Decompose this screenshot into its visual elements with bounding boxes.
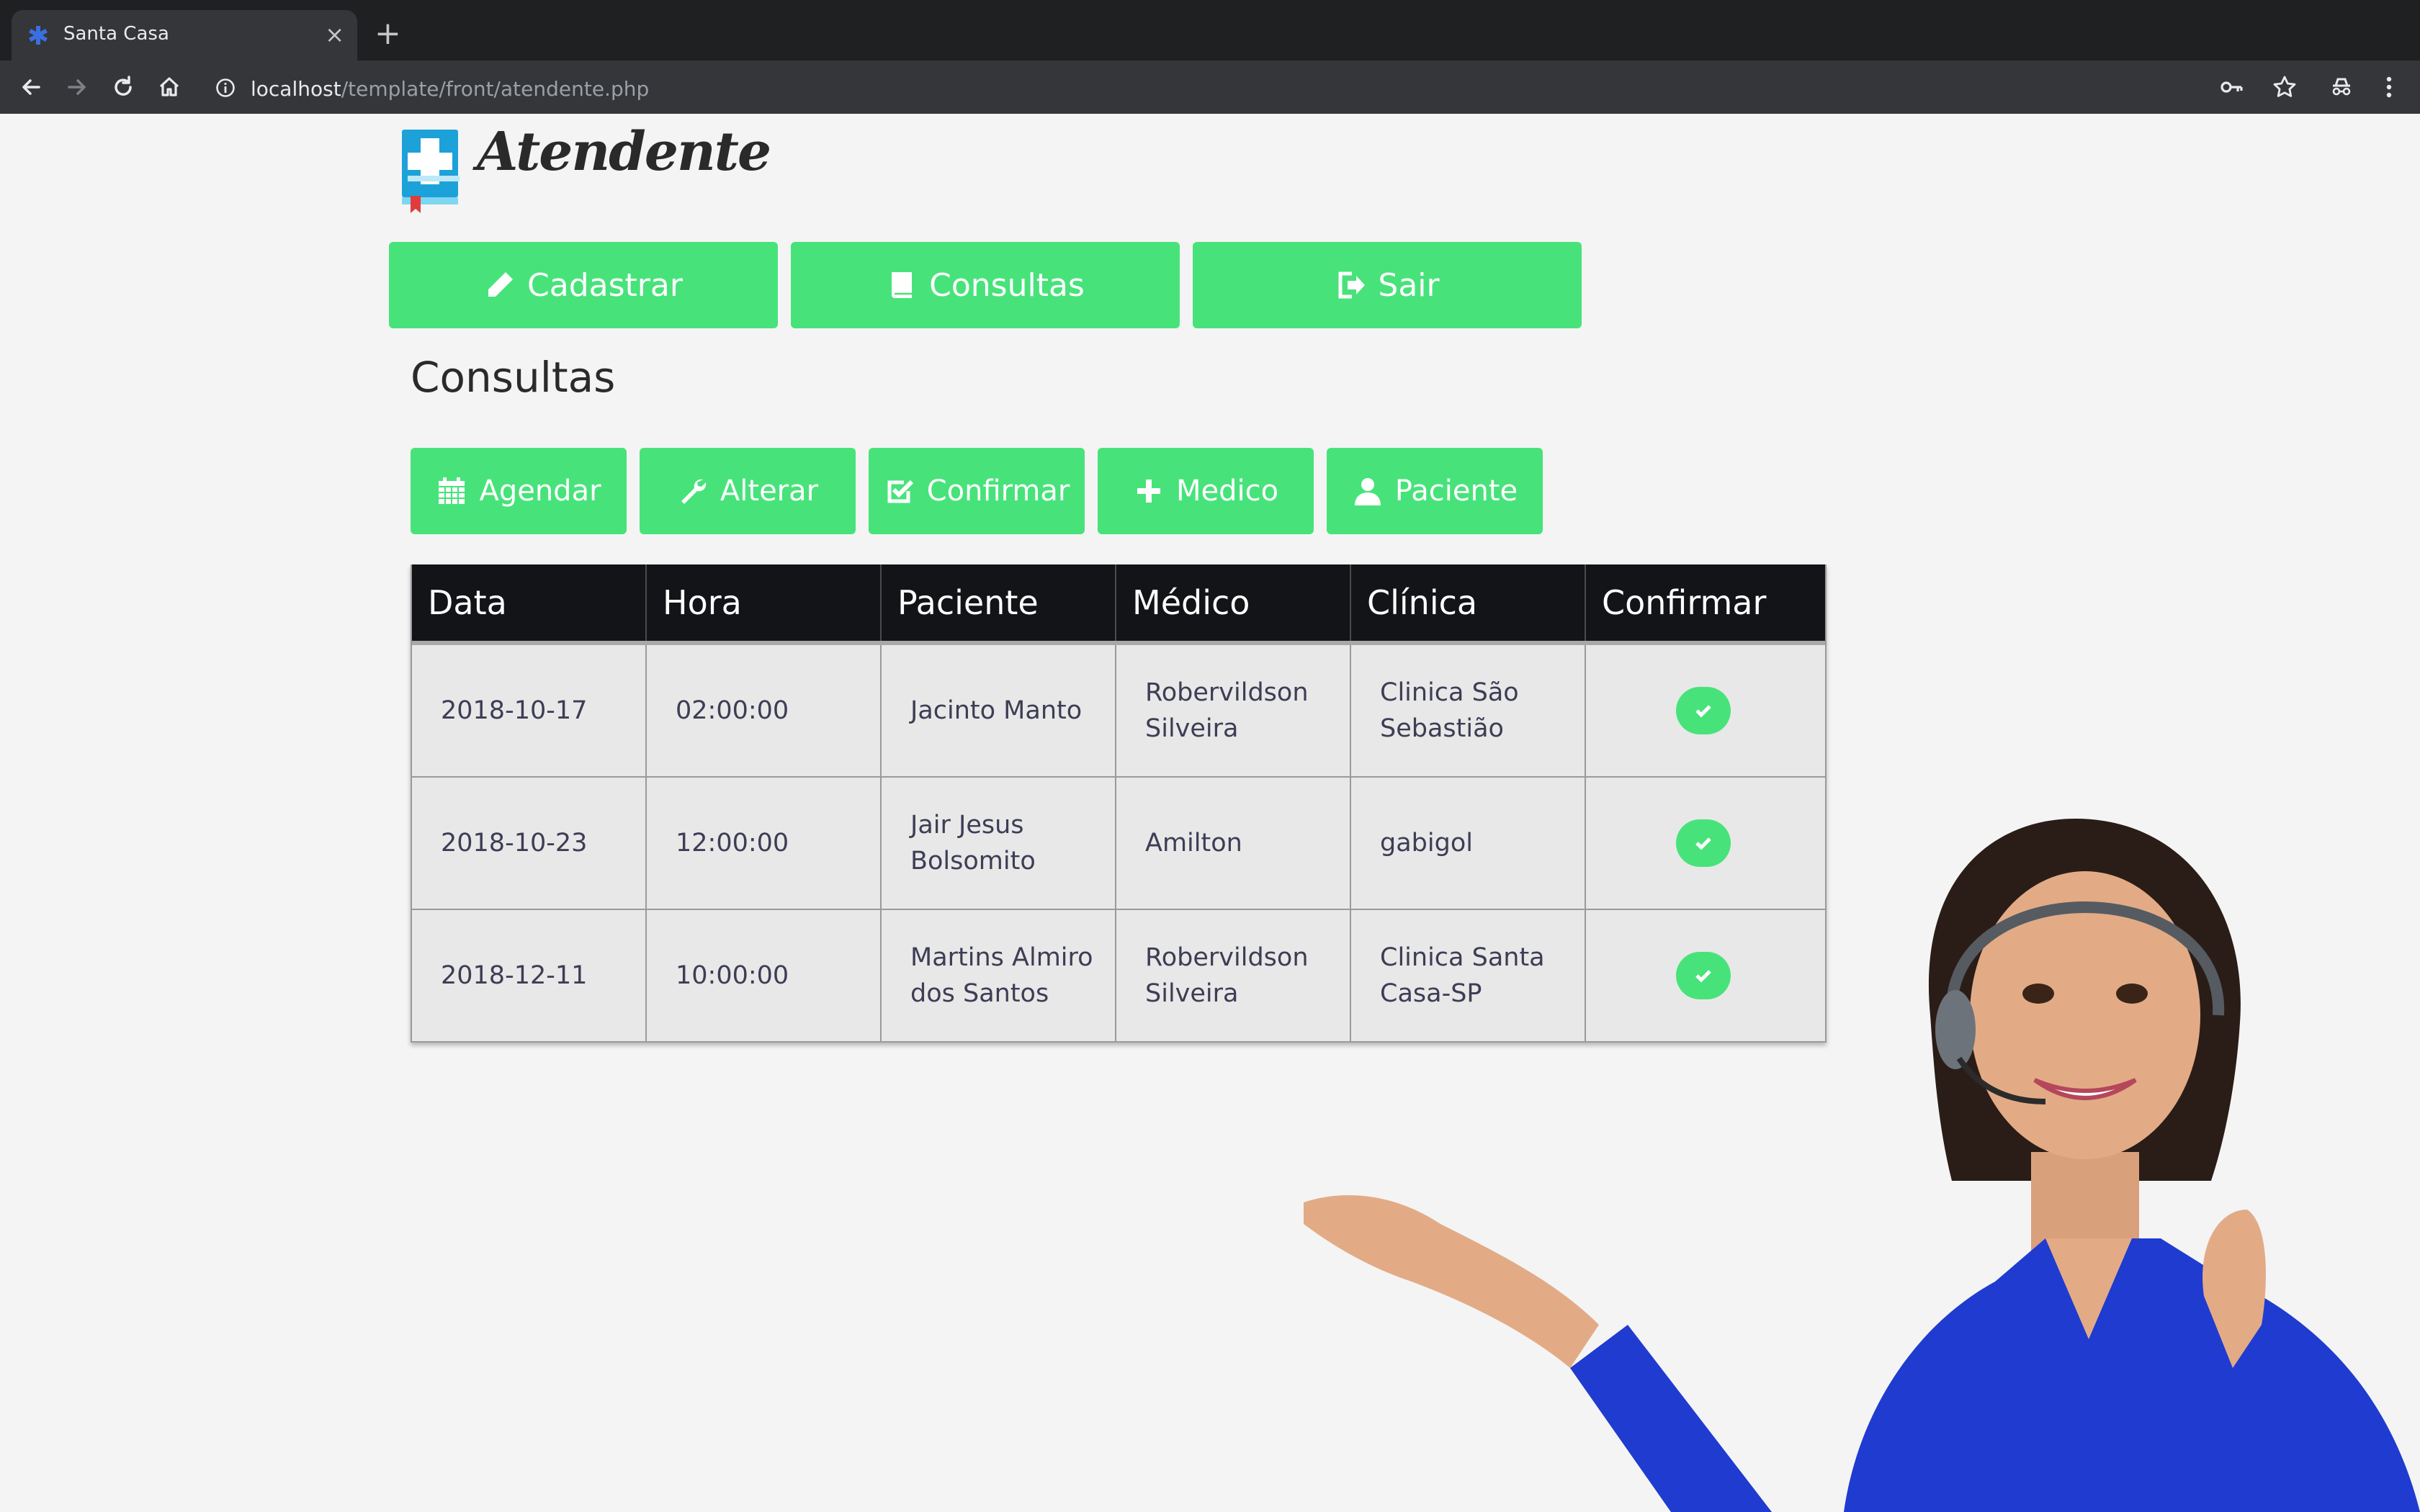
tab-close-icon[interactable]: ×: [325, 20, 344, 49]
confirmar-button[interactable]: Confirmar: [869, 448, 1085, 534]
column-header: Paciente: [882, 564, 1116, 641]
column-header: Hora: [647, 564, 882, 641]
confirm-check-button[interactable]: [1676, 687, 1731, 734]
cell-confirmar: [1586, 645, 1821, 776]
reload-icon[interactable]: [108, 72, 138, 102]
tab-title: Santa Casa: [63, 23, 169, 45]
new-tab-icon[interactable]: +: [375, 14, 401, 53]
incognito-icon[interactable]: [2326, 72, 2357, 102]
medico-button[interactable]: Medico: [1098, 448, 1314, 534]
browser-tab[interactable]: Santa Casa ×: [12, 10, 357, 60]
check-square-icon: [887, 480, 913, 503]
menu-dots-icon[interactable]: [2374, 72, 2404, 102]
table-row: 2018-10-17 02:00:00 Jacinto Manto Roberv…: [412, 645, 1825, 778]
cell-medico: Robervildson Silveira: [1116, 645, 1351, 776]
cell-hora: 12:00:00: [647, 778, 882, 909]
column-header: Clínica: [1351, 564, 1586, 641]
alterar-button[interactable]: Alterar: [640, 448, 856, 534]
page-logo-title: Atendente: [477, 121, 771, 183]
sign-out-icon: [1338, 271, 1366, 299]
cell-data: 2018-10-23: [412, 778, 647, 909]
cell-hora: 10:00:00: [647, 910, 882, 1041]
cell-data: 2018-12-11: [412, 910, 647, 1041]
cell-data: 2018-10-17: [412, 645, 647, 776]
pencil-icon: [488, 272, 514, 297]
consultas-button[interactable]: Consultas: [791, 242, 1180, 328]
url-text: localhost/template/front/atendente.php: [251, 77, 650, 101]
browser-toolbar: localhost/template/front/atendente.php: [0, 60, 2420, 114]
column-header: Médico: [1116, 564, 1351, 641]
cell-paciente: Jacinto Manto: [882, 645, 1116, 776]
paciente-button[interactable]: Paciente: [1327, 448, 1543, 534]
wrench-icon: [681, 479, 707, 504]
forward-arrow-icon[interactable]: [62, 72, 92, 102]
cell-hora: 02:00:00: [647, 645, 882, 776]
hospital-logo-icon: [402, 130, 460, 213]
home-icon[interactable]: [154, 72, 184, 102]
receptionist-photo: [1304, 819, 2420, 1512]
browser-tabstrip: Santa Casa × +: [0, 0, 2420, 60]
address-bar[interactable]: localhost/template/front/atendente.php: [202, 68, 2218, 108]
section-title: Consultas: [411, 353, 616, 402]
agendar-button[interactable]: Agendar: [411, 448, 627, 534]
calendar-icon: [439, 477, 465, 504]
back-arrow-icon[interactable]: [16, 72, 46, 102]
cell-paciente: Martins Almiro dos Santos: [882, 910, 1116, 1041]
check-icon: [1695, 705, 1711, 718]
table-header: Data Hora Paciente Médico Clínica Confir…: [412, 564, 1825, 645]
column-header: Data: [412, 564, 647, 641]
info-icon[interactable]: [215, 77, 236, 99]
key-icon[interactable]: [2217, 72, 2247, 102]
sair-button[interactable]: Sair: [1193, 242, 1582, 328]
book-icon: [892, 272, 913, 298]
cadastrar-button[interactable]: Cadastrar: [389, 242, 778, 328]
user-icon: [1354, 478, 1381, 505]
plus-icon: [1137, 480, 1160, 503]
bookmark-star-icon[interactable]: [2269, 72, 2300, 102]
cell-clinica: Clinica São Sebastião: [1351, 645, 1586, 776]
cell-paciente: Jair Jesus Bolsomito: [882, 778, 1116, 909]
column-header: Confirmar: [1602, 583, 1767, 622]
medical-star-icon: [29, 26, 48, 45]
